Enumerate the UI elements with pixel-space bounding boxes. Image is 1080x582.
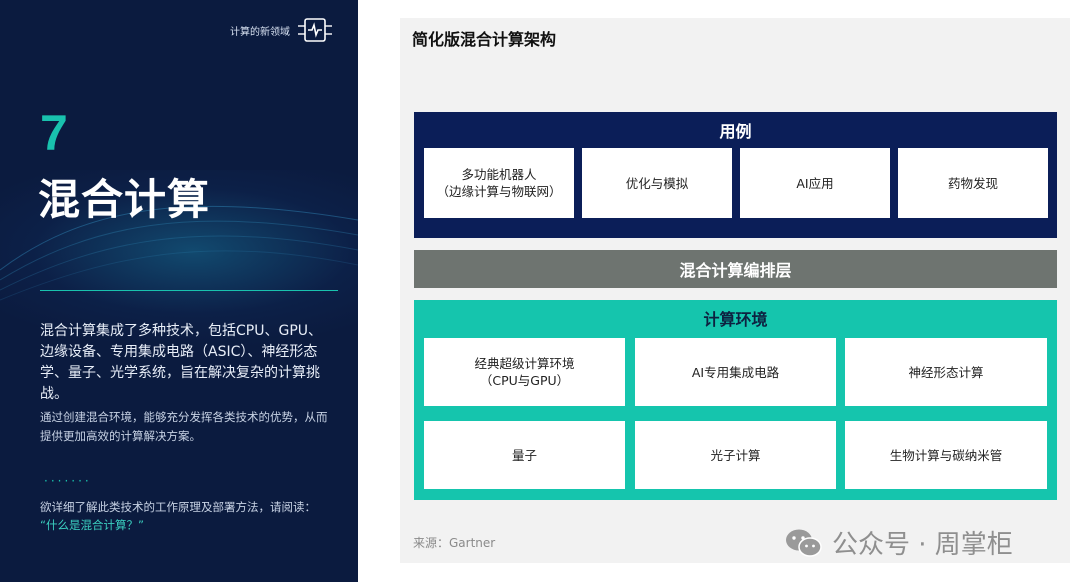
chapter-title: 混合计算 [38, 175, 211, 224]
card-line: 光子计算 [710, 447, 761, 463]
circuit-logo-icon [298, 18, 332, 42]
architecture-diagram: 简化版混合计算架构 用例 多功能机器人 （边缘计算与物联网） 优化与模拟 AI应用… [400, 18, 1070, 563]
divider [40, 290, 338, 291]
card-line: （边缘计算与物联网） [436, 184, 562, 199]
card-line: AI专用集成电路 [691, 364, 780, 380]
environment-card: 神经形态计算 [845, 338, 1047, 406]
card-line: 多功能机器人 [461, 167, 537, 182]
card-line: AI应用 [796, 175, 834, 191]
environment-card: AI专用集成电路 [635, 338, 836, 406]
use-cases-heading: 用例 [719, 122, 752, 141]
read-more-block: 欲详细了解此类技术的工作原理及部署方法，请阅读： “什么是混合计算？” [40, 498, 340, 534]
use-case-card: 优化与模拟 [582, 148, 732, 218]
environment-card: 光子计算 [635, 421, 836, 489]
brand-text: 计算的新领域 [230, 26, 290, 38]
read-more-prefix: 欲详细了解此类技术的工作原理及部署方法，请阅读： [40, 500, 316, 514]
read-more-link[interactable]: “什么是混合计算？” [40, 518, 144, 532]
intro-paragraph: 混合计算集成了多种技术，包括CPU、GPU、边缘设备、专用集成电路（ASIC）、… [40, 323, 323, 402]
card-line: 药物发现 [947, 175, 998, 191]
left-panel: 计算的新领域 7 混合计算 混合计算集成了多种技术，包括CPU、GPU、边缘设备… [0, 0, 358, 582]
diagram-title: 简化版混合计算架构 [412, 30, 557, 49]
dotted-separator: ······· [44, 474, 92, 488]
environment-heading: 计算环境 [703, 310, 768, 329]
orchestration-layer: 混合计算编排层 [414, 250, 1057, 288]
watermark-text: 公众号 · 周掌柜 [832, 530, 1013, 560]
chapter-number: 7 [40, 105, 68, 161]
use-case-card: AI应用 [740, 148, 890, 218]
environment-card: 经典超级计算环境 （CPU与GPU） [424, 338, 625, 406]
use-case-card: 多功能机器人 （边缘计算与物联网） [424, 148, 574, 218]
watermark: 公众号 · 周掌柜 [784, 524, 1013, 561]
environment-card: 生物计算与碳纳米管 [845, 421, 1047, 489]
card-line: 经典超级计算环境 [474, 356, 575, 371]
brand: 计算的新领域 [230, 16, 332, 44]
card-line: 神经形态计算 [908, 364, 984, 380]
source-note: 来源：Gartner [413, 536, 496, 550]
card-line: 量子 [511, 447, 537, 463]
card-line: （CPU与GPU） [479, 373, 570, 388]
environment-card: 量子 [424, 421, 625, 489]
wechat-icon [786, 529, 822, 557]
compute-environment-layer: 计算环境 经典超级计算环境 （CPU与GPU） AI专用集成电路 神经形态计算 量… [414, 300, 1057, 500]
intro-paragraph-2: 通过创建混合环境，能够充分发挥各类技术的优势，从而提供更加高效的计算解决方案。 [40, 410, 328, 443]
use-case-card: 药物发现 [898, 148, 1048, 218]
use-cases-layer: 用例 多功能机器人 （边缘计算与物联网） 优化与模拟 AI应用 药物发现 [414, 112, 1057, 238]
card-line: 生物计算与碳纳米管 [889, 447, 1003, 463]
card-line: 优化与模拟 [625, 175, 689, 191]
